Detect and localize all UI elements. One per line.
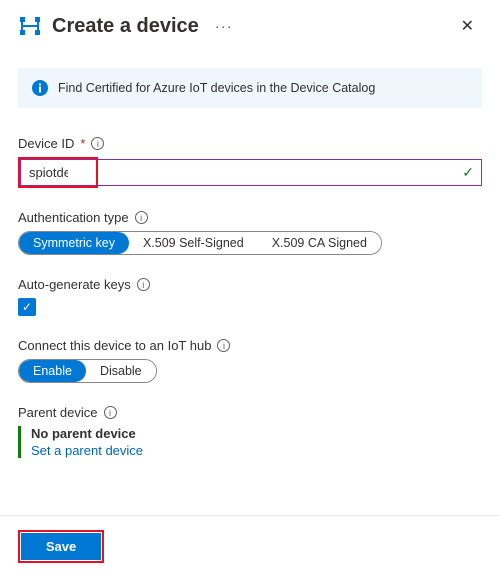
auth-x509-ca-option[interactable]: X.509 CA Signed [258,232,381,254]
parent-help-icon[interactable]: i [104,406,117,419]
panel-footer: Save [0,515,500,577]
close-button[interactable]: ✕ [453,12,482,40]
valid-check-icon: ✓ [462,164,474,181]
connect-toggle: Enable Disable [18,359,157,383]
info-icon [32,80,48,96]
auth-type-help-icon[interactable]: i [135,211,148,224]
connect-disable-option[interactable]: Disable [86,360,156,382]
panel-title: Create a device [52,15,199,38]
parent-none-text: No parent device [31,426,482,441]
autogen-checkbox[interactable]: ✓ [18,298,36,316]
device-id-help-icon[interactable]: i [91,137,104,150]
more-menu[interactable]: ··· [215,18,233,35]
parent-label: Parent device i [18,405,482,420]
device-icon [18,14,42,38]
device-id-label: Device ID * i [18,136,482,151]
save-button[interactable]: Save [21,533,101,560]
connect-enable-option[interactable]: Enable [19,360,86,382]
device-id-input[interactable] [98,159,482,186]
panel-header: Create a device ··· ✕ [18,12,482,40]
auth-symmetric-option[interactable]: Symmetric key [19,232,129,254]
auth-x509-self-option[interactable]: X.509 Self-Signed [129,232,258,254]
device-id-input-highlight[interactable] [20,159,96,186]
autogen-label: Auto-generate keys i [18,277,482,292]
auth-type-label: Authentication type i [18,210,482,225]
set-parent-link[interactable]: Set a parent device [31,443,482,458]
banner-text: Find Certified for Azure IoT devices in … [58,81,375,95]
info-banner: Find Certified for Azure IoT devices in … [18,68,482,108]
connect-label: Connect this device to an IoT hub i [18,338,482,353]
auth-type-toggle: Symmetric key X.509 Self-Signed X.509 CA… [18,231,382,255]
autogen-help-icon[interactable]: i [137,278,150,291]
connect-help-icon[interactable]: i [217,339,230,352]
